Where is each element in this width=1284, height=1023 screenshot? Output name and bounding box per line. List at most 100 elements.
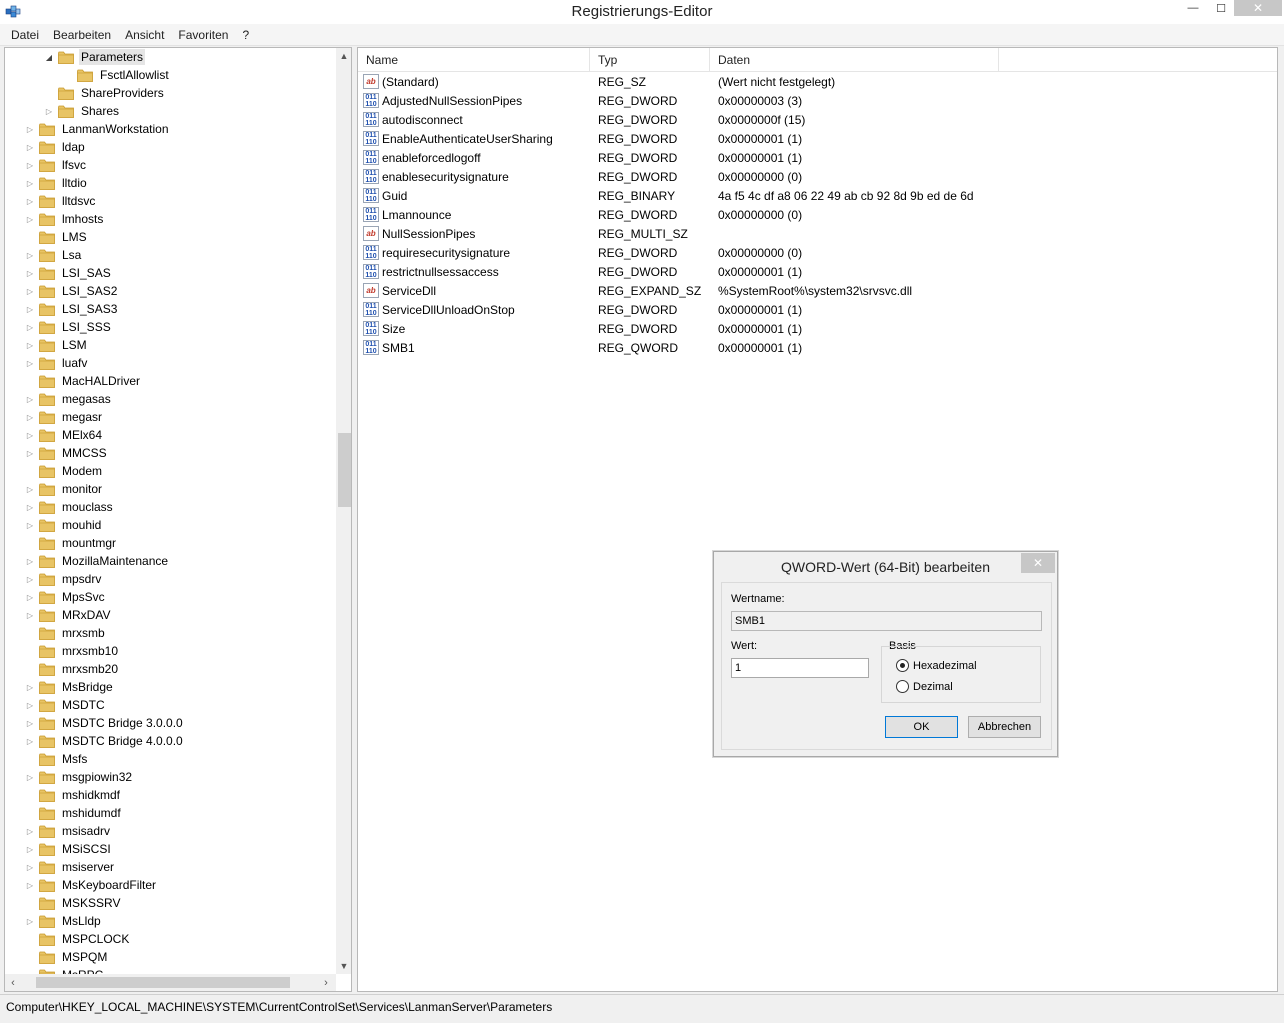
table-row[interactable]: 011 110 enablesecuritysignature REG_DWORD 0x… xyxy=(358,167,1277,186)
tree-item[interactable]: ▷ MozillaMaintenance xyxy=(25,552,170,570)
collapsed-arrow-icon[interactable]: ▷ xyxy=(25,210,35,228)
collapsed-arrow-icon[interactable]: ▷ xyxy=(25,840,35,858)
table-row[interactable]: 011 110 restrictnullsessaccess REG_DWORD 0x0… xyxy=(358,262,1277,281)
close-button[interactable]: ✕ xyxy=(1234,0,1282,16)
tree-item[interactable]: ▷ megasr xyxy=(25,408,104,426)
table-row[interactable]: 011 110 Size REG_DWORD 0x00000001 (1) xyxy=(358,319,1277,338)
tree-item[interactable]: ▷ megasas xyxy=(25,390,113,408)
collapsed-arrow-icon[interactable]: ▷ xyxy=(44,102,54,120)
tree-item[interactable]: ▷ MMCSS xyxy=(25,444,109,462)
dec-radio-button[interactable] xyxy=(896,680,909,693)
collapsed-arrow-icon[interactable]: ▷ xyxy=(25,552,35,570)
collapsed-arrow-icon[interactable]: ▷ xyxy=(25,390,35,408)
tree-item[interactable]: ▷ msiserver xyxy=(25,858,116,876)
tree-item[interactable]: ▷ MSDTC Bridge 3.0.0.0 xyxy=(25,714,185,732)
tree-item[interactable]: ShareProviders xyxy=(44,84,166,102)
column-header-data[interactable]: Daten xyxy=(710,48,999,72)
collapsed-arrow-icon[interactable]: ▷ xyxy=(25,876,35,894)
collapsed-arrow-icon[interactable]: ▷ xyxy=(25,714,35,732)
tree-item[interactable]: mrxsmb xyxy=(25,624,107,642)
tree-item[interactable]: MacHALDriver xyxy=(25,372,142,390)
table-row[interactable]: ab ServiceDll REG_EXPAND_SZ %SystemRoot%\sy… xyxy=(358,281,1277,300)
tree-item[interactable]: ▷ lmhosts xyxy=(25,210,105,228)
ok-button[interactable]: OK xyxy=(885,716,958,738)
tree-item[interactable]: mshidkmdf xyxy=(25,786,122,804)
tree-item[interactable]: ▷ monitor xyxy=(25,480,104,498)
collapsed-arrow-icon[interactable]: ▷ xyxy=(25,516,35,534)
tree-item[interactable]: ▷ msisadrv xyxy=(25,822,112,840)
tree-item[interactable]: ▷ MpsSvc xyxy=(25,588,107,606)
table-row[interactable]: 011 110 requiresecuritysignature REG_DWORD 0… xyxy=(358,243,1277,262)
collapsed-arrow-icon[interactable]: ▷ xyxy=(25,588,35,606)
tree-item[interactable]: ▷ mouclass xyxy=(25,498,115,516)
tree-item[interactable]: MsRPC xyxy=(25,966,105,974)
tree-item[interactable]: mshidumdf xyxy=(25,804,123,822)
collapsed-arrow-icon[interactable]: ▷ xyxy=(25,696,35,714)
table-row[interactable]: 011 110 SMB1 REG_QWORD 0x00000001 (1) xyxy=(358,338,1277,357)
table-row[interactable]: 011 110 EnableAuthenticateUserSharing REG_D… xyxy=(358,129,1277,148)
dec-radio-option[interactable]: Dezimal xyxy=(896,680,953,693)
menu-favoriten[interactable]: Favoriten xyxy=(171,28,235,42)
tree-item[interactable]: ▷ ldap xyxy=(25,138,87,156)
hex-radio-button[interactable] xyxy=(896,659,909,672)
table-row[interactable]: 011 110 autodisconnect REG_DWORD 0x0000000f … xyxy=(358,110,1277,129)
tree-horizontal-scroll-thumb[interactable] xyxy=(36,977,290,988)
collapsed-arrow-icon[interactable]: ▷ xyxy=(25,498,35,516)
collapsed-arrow-icon[interactable]: ▷ xyxy=(25,192,35,210)
tree-item[interactable]: ▷ lltdsvc xyxy=(25,192,97,210)
value-name-field[interactable] xyxy=(731,611,1042,631)
collapsed-arrow-icon[interactable]: ▷ xyxy=(25,912,35,930)
tree-item[interactable]: ▷ lltdio xyxy=(25,174,89,192)
tree-item[interactable]: ▷ Shares xyxy=(44,102,121,120)
tree-item[interactable]: mrxsmb10 xyxy=(25,642,120,660)
menu-bearbeiten[interactable]: Bearbeiten xyxy=(46,28,118,42)
scroll-down-arrow-icon[interactable]: ▼ xyxy=(336,958,351,974)
collapsed-arrow-icon[interactable]: ▷ xyxy=(25,156,35,174)
tree-item[interactable]: ▷ mouhid xyxy=(25,516,103,534)
scroll-left-arrow-icon[interactable]: ‹ xyxy=(5,974,21,991)
table-row[interactable]: 011 110 Guid REG_BINARY 4a f5 4c df a8 06 22… xyxy=(358,186,1277,205)
collapsed-arrow-icon[interactable]: ▷ xyxy=(25,318,35,336)
tree-item[interactable]: LMS xyxy=(25,228,89,246)
minimize-button[interactable]: — xyxy=(1178,0,1208,16)
tree-item[interactable]: ▷ Lsa xyxy=(25,246,83,264)
collapsed-arrow-icon[interactable]: ▷ xyxy=(25,480,35,498)
collapsed-arrow-icon[interactable]: ▷ xyxy=(25,174,35,192)
tree-item[interactable]: ▷ LSI_SSS xyxy=(25,318,113,336)
tree-vertical-scrollbar[interactable]: ▲ ▼ xyxy=(336,48,351,974)
collapsed-arrow-icon[interactable]: ▷ xyxy=(25,408,35,426)
collapsed-arrow-icon[interactable]: ▷ xyxy=(25,246,35,264)
collapsed-arrow-icon[interactable]: ▷ xyxy=(25,822,35,840)
tree-item[interactable]: ▷ MSiSCSI xyxy=(25,840,113,858)
tree-item[interactable]: ◢ Parameters xyxy=(44,48,146,66)
scroll-up-arrow-icon[interactable]: ▲ xyxy=(336,48,351,64)
tree-item[interactable]: FsctlAllowlist xyxy=(63,66,171,84)
tree-item[interactable]: Msfs xyxy=(25,750,89,768)
collapsed-arrow-icon[interactable]: ▷ xyxy=(25,858,35,876)
tree-item[interactable]: ▷ LanmanWorkstation xyxy=(25,120,171,138)
tree-item[interactable]: ▷ MSDTC Bridge 4.0.0.0 xyxy=(25,732,185,750)
column-header-name[interactable]: Name xyxy=(358,48,590,72)
cancel-button[interactable]: Abbrechen xyxy=(968,716,1041,738)
tree-item[interactable]: MSKSSRV xyxy=(25,894,122,912)
dialog-close-button[interactable]: ✕ xyxy=(1021,553,1055,573)
collapsed-arrow-icon[interactable]: ▷ xyxy=(25,606,35,624)
menu-datei[interactable]: Datei xyxy=(4,28,46,42)
tree-horizontal-scrollbar[interactable]: ‹ › xyxy=(5,974,336,991)
value-data-field[interactable] xyxy=(731,658,869,678)
collapsed-arrow-icon[interactable]: ▷ xyxy=(25,678,35,696)
collapsed-arrow-icon[interactable]: ▷ xyxy=(25,336,35,354)
tree-item[interactable]: ▷ LSI_SAS3 xyxy=(25,300,119,318)
table-row[interactable]: 011 110 ServiceDllUnloadOnStop REG_DWORD 0x0… xyxy=(358,300,1277,319)
tree-item[interactable]: ▷ luafv xyxy=(25,354,89,372)
tree-item[interactable]: ▷ MsKeyboardFilter xyxy=(25,876,158,894)
tree-item[interactable]: ▷ MRxDAV xyxy=(25,606,112,624)
collapsed-arrow-icon[interactable]: ▷ xyxy=(25,138,35,156)
table-row[interactable]: ab (Standard) REG_SZ (Wert nicht festgelegt… xyxy=(358,72,1277,91)
collapsed-arrow-icon[interactable]: ▷ xyxy=(25,264,35,282)
tree-item[interactable]: ▷ MSDTC xyxy=(25,696,107,714)
collapsed-arrow-icon[interactable]: ▷ xyxy=(25,444,35,462)
tree-item[interactable]: ▷ MElx64 xyxy=(25,426,104,444)
expanded-arrow-icon[interactable]: ◢ xyxy=(44,48,54,66)
tree-item[interactable]: ▷ mpsdrv xyxy=(25,570,103,588)
